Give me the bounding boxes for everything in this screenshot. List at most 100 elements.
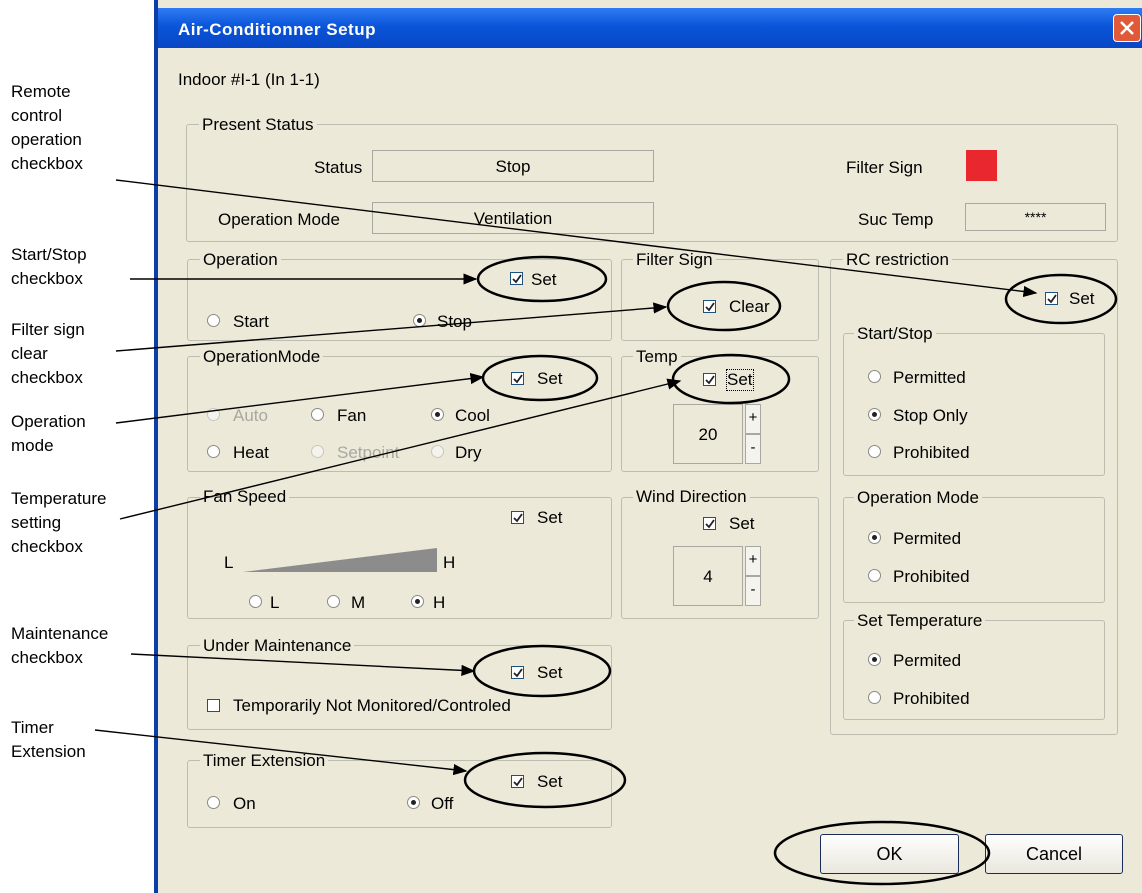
not-monitored-checkbox[interactable]	[207, 699, 220, 712]
mode-fan-radio[interactable]	[311, 408, 324, 421]
annotation-timer: Timer Extension	[11, 718, 86, 761]
timer-off-label: Off	[431, 794, 454, 813]
mode-dry-radio[interactable]	[431, 445, 444, 458]
fan-speed-high-label: H	[443, 553, 456, 572]
mode-setpoint-radio[interactable]	[311, 445, 324, 458]
close-icon	[1120, 21, 1134, 35]
operation-stop-radio[interactable]	[413, 314, 426, 327]
fan-speed-ramp	[243, 548, 437, 572]
rc-stop-only-label: Stop Only	[893, 406, 968, 425]
window-title: Air-Conditionner Setup	[178, 20, 376, 39]
fan-h-radio[interactable]	[411, 595, 424, 608]
maintenance-set-checkbox[interactable]	[511, 666, 524, 679]
operation-start-label: Start	[233, 312, 269, 331]
suc-temp-field: ****	[965, 203, 1106, 231]
rc-permitted-label: Permitted	[893, 368, 966, 387]
rc-operation-mode-legend: Operation Mode	[854, 488, 982, 508]
rc-stop-only-radio[interactable]	[868, 408, 881, 421]
operation-mode-label: Operation Mode	[218, 210, 340, 229]
rc-restriction-set-checkbox[interactable]	[1045, 292, 1058, 305]
annotation-operation-mode: Operation mode	[11, 412, 86, 455]
operation-stop-label: Stop	[437, 312, 472, 331]
status-field: Stop	[372, 150, 654, 182]
rc-permitted-radio[interactable]	[868, 370, 881, 383]
mode-setpoint-label: Setpoint	[337, 443, 400, 462]
indoor-label: Indoor #I-1 (In 1-1)	[178, 70, 320, 89]
operation-legend: Operation	[200, 250, 281, 270]
fan-m-label: M	[351, 593, 366, 612]
rc-start-stop-group	[843, 333, 1105, 476]
annotation-start-stop: Start/Stop checkbox	[11, 245, 87, 288]
mode-auto-label: Auto	[233, 406, 268, 425]
operation-mode-field: Ventilation	[372, 202, 654, 234]
filter-clear-checkbox[interactable]	[703, 300, 716, 313]
rc-start-stop-legend: Start/Stop	[854, 324, 936, 344]
timer-set-label: Set	[537, 772, 563, 791]
temp-value-field[interactable]: 20	[673, 404, 743, 464]
rc-prohibited-label: Prohibited	[893, 443, 970, 462]
fan-h-label: H	[433, 593, 446, 612]
filter-sign-group	[621, 259, 819, 341]
rc-mode-permited-label: Permited	[893, 529, 962, 548]
ok-button[interactable]: OK	[820, 834, 959, 874]
rc-set-temperature-group	[843, 620, 1105, 720]
rc-operation-mode-group	[843, 497, 1105, 603]
temp-plus-button[interactable]: +	[745, 404, 761, 434]
rc-mode-prohibited-label: Prohibited	[893, 567, 970, 586]
mode-heat-radio[interactable]	[207, 445, 220, 458]
wind-plus-button[interactable]: +	[745, 546, 761, 576]
wind-direction-value-field[interactable]: 4	[673, 546, 743, 606]
operation-mode-set-label: Set	[537, 369, 563, 388]
temp-set-label: Set	[726, 369, 754, 391]
rc-temp-prohibited-radio[interactable]	[868, 691, 881, 704]
cancel-button[interactable]: Cancel	[985, 834, 1123, 874]
mode-auto-radio[interactable]	[207, 408, 220, 421]
operation-mode-legend: OperationMode	[200, 347, 324, 367]
fan-m-radio[interactable]	[327, 595, 340, 608]
wind-minus-button[interactable]: -	[745, 576, 761, 606]
filter-clear-label: Clear	[729, 297, 770, 316]
fan-speed-set-checkbox[interactable]	[511, 511, 524, 524]
mode-cool-radio[interactable]	[431, 408, 444, 421]
present-status-legend: Present Status	[199, 115, 317, 135]
rc-mode-prohibited-radio[interactable]	[868, 569, 881, 582]
filter-sign-legend: Filter Sign	[633, 250, 716, 270]
temp-minus-button[interactable]: -	[745, 434, 761, 464]
rc-prohibited-radio[interactable]	[868, 445, 881, 458]
maintenance-legend: Under Maintenance	[200, 636, 355, 656]
close-button[interactable]	[1113, 14, 1141, 42]
filter-sign-label: Filter Sign	[846, 158, 923, 177]
wind-direction-legend: Wind Direction	[633, 487, 750, 507]
status-label: Status	[314, 158, 363, 177]
filter-sign-indicator	[966, 150, 997, 181]
mode-dry-label: Dry	[455, 443, 482, 462]
wind-direction-set-checkbox[interactable]	[703, 517, 716, 530]
rc-temp-prohibited-label: Prohibited	[893, 689, 970, 708]
not-monitored-label: Temporarily Not Monitored/Controled	[233, 696, 511, 715]
operation-mode-set-checkbox[interactable]	[511, 372, 524, 385]
fan-l-radio[interactable]	[249, 595, 262, 608]
annotation-remote-control: Remote control operation checkbox	[11, 82, 83, 173]
wind-direction-set-label: Set	[729, 514, 755, 533]
suc-temp-label: Suc Temp	[858, 210, 934, 229]
fan-speed-legend: Fan Speed	[200, 487, 290, 507]
annotation-temperature: Temperature setting checkbox	[11, 489, 107, 556]
timer-off-radio[interactable]	[407, 796, 420, 809]
timer-on-radio[interactable]	[207, 796, 220, 809]
mode-cool-label: Cool	[455, 406, 490, 425]
operation-start-radio[interactable]	[207, 314, 220, 327]
maintenance-set-label: Set	[537, 663, 563, 682]
rc-mode-permited-radio[interactable]	[868, 531, 881, 544]
rc-restriction-set-label: Set	[1069, 289, 1095, 308]
rc-temp-permited-label: Permited	[893, 651, 962, 670]
rc-temp-permited-radio[interactable]	[868, 653, 881, 666]
maintenance-group	[187, 645, 612, 730]
temp-legend: Temp	[633, 347, 681, 367]
temp-set-checkbox[interactable]	[703, 373, 716, 386]
fan-speed-set-label: Set	[537, 508, 563, 527]
timer-on-label: On	[233, 794, 256, 813]
rc-restriction-legend: RC restriction	[843, 250, 952, 270]
timer-legend: Timer Extension	[200, 751, 329, 771]
operation-set-checkbox[interactable]	[510, 272, 523, 285]
timer-set-checkbox[interactable]	[511, 775, 524, 788]
